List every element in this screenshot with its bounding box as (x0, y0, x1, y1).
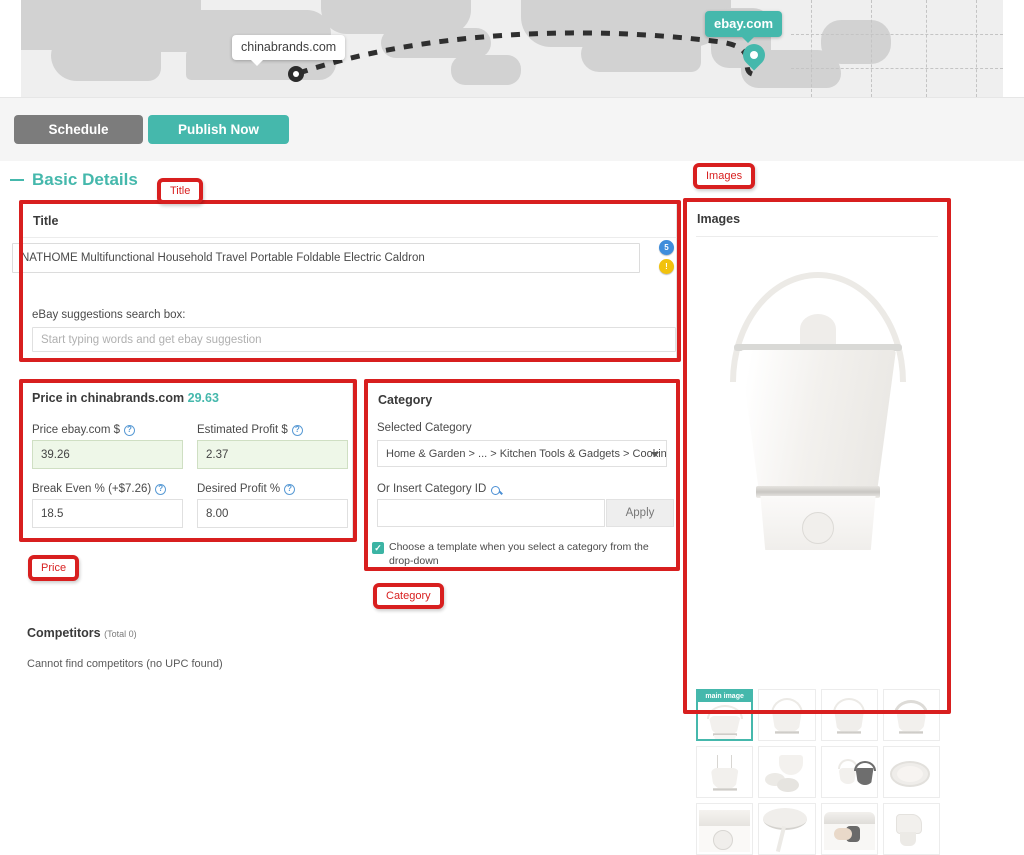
annotation-tag-category: Category (373, 583, 444, 609)
selected-category-select[interactable]: Home & Garden > ... > Kitchen Tools & Ga… (377, 440, 667, 467)
estimated-profit-label: Estimated Profit $ ? (197, 424, 303, 436)
basic-details-label: Basic Details (32, 170, 138, 189)
price-panel-heading: Price in chinabrands.com 29.63 (32, 391, 219, 405)
thumbnail-item[interactable] (820, 803, 878, 855)
competitors-heading: Competitors (Total 0) (27, 626, 137, 640)
template-checkbox-label: Choose a template when you select a cate… (389, 541, 649, 567)
competitors-message: Cannot find competitors (no UPC found) (27, 658, 223, 670)
main-image-badge: main image (698, 691, 752, 702)
help-icon[interactable]: ? (155, 483, 167, 495)
apply-category-button[interactable]: Apply (606, 499, 674, 527)
category-panel-heading: Category (378, 393, 433, 407)
help-icon[interactable]: ? (124, 424, 135, 436)
thumbnail-item[interactable] (758, 746, 816, 798)
thumbnail-item[interactable] (696, 803, 754, 855)
thumbnail-item[interactable] (882, 746, 940, 798)
estimated-profit-input[interactable] (197, 440, 348, 469)
help-icon[interactable]: ? (291, 424, 303, 436)
thumbnail-item[interactable]: main image (696, 689, 754, 741)
thumbnail-item[interactable] (820, 746, 878, 798)
thumbnail-item[interactable] (882, 803, 940, 855)
category-id-input[interactable] (377, 499, 605, 527)
title-badges: 5 ! (659, 240, 677, 278)
selected-category-value: Home & Garden > ... > Kitchen Tools & Ga… (386, 447, 667, 460)
publish-now-button[interactable]: Publish Now (148, 115, 289, 144)
help-icon[interactable]: ? (284, 483, 296, 495)
source-map-pin (288, 66, 310, 96)
title-panel-heading: Title (33, 214, 59, 228)
selected-category-label: Selected Category (377, 422, 472, 434)
break-even-label: Break Even % (+$7.26) ? (32, 483, 167, 495)
chevron-down-icon[interactable] (651, 451, 659, 457)
destination-marketplace-label: ebay.com (705, 11, 783, 43)
template-checkbox[interactable] (372, 542, 384, 554)
title-count-badge[interactable]: 5 (659, 240, 674, 255)
thumbnail-item[interactable] (758, 803, 816, 855)
thumbnail-item[interactable] (820, 689, 878, 741)
destination-map-pin (738, 39, 770, 74)
collapse-icon[interactable] (10, 178, 24, 182)
thumbnail-item[interactable] (882, 689, 940, 741)
route-path (298, 30, 754, 77)
images-panel: Images main image (686, 201, 948, 855)
desired-profit-label: Desired Profit % ? (197, 483, 296, 495)
search-icon[interactable] (491, 485, 501, 495)
basic-details-section-header[interactable]: Basic Details (10, 170, 138, 190)
annotation-tag-price: Price (28, 555, 80, 581)
annotation-tag-images: Images (693, 163, 756, 189)
annotation-tag-title: Title (157, 178, 204, 204)
thumbnail-item[interactable] (696, 746, 754, 798)
desired-profit-input[interactable] (197, 499, 348, 528)
source-price-value: 29.63 (187, 391, 219, 405)
thumbnail-item[interactable] (758, 689, 816, 741)
source-marketplace-label: chinabrands.com (232, 35, 346, 66)
images-panel-heading: Images (697, 212, 741, 226)
ebay-suggestions-input[interactable] (32, 327, 676, 352)
title-warning-badge[interactable]: ! (659, 259, 674, 274)
ebay-suggestions-label: eBay suggestions search box: (32, 309, 186, 321)
image-thumbnail-grid: main image (696, 689, 940, 855)
schedule-button[interactable]: Schedule (14, 115, 143, 144)
insert-category-id-label: Or Insert Category ID (377, 483, 501, 495)
break-even-input[interactable] (32, 499, 183, 528)
shipping-route-map: chinabrands.com ebay.com (21, 0, 1003, 97)
product-title-input[interactable] (12, 243, 640, 273)
price-ebay-label: Price ebay.com $ ? (32, 424, 135, 436)
price-ebay-input[interactable] (32, 440, 183, 469)
competitors-total: (Total 0) (104, 629, 137, 639)
main-product-image[interactable] (697, 244, 939, 684)
